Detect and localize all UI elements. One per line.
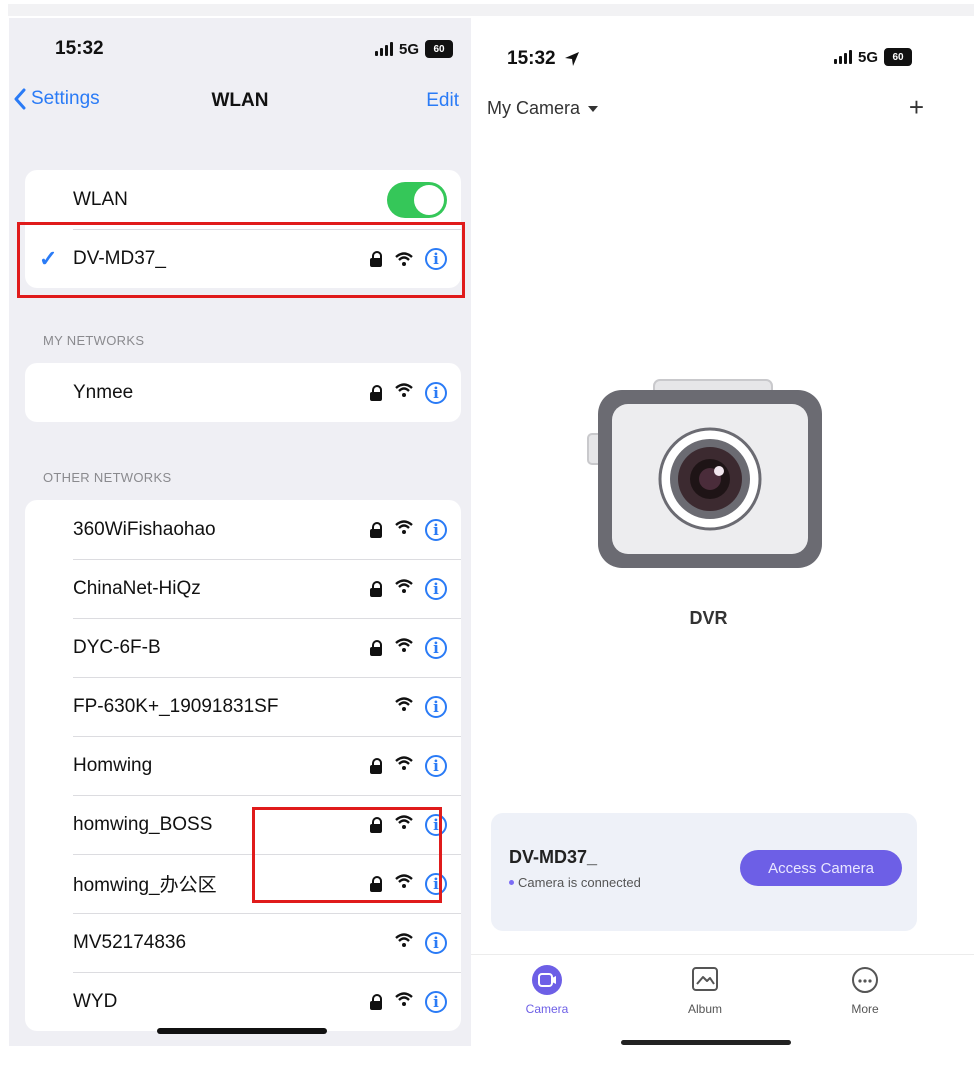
lock-icon [369,993,383,1010]
edit-button[interactable]: Edit [426,90,459,112]
network-icons: i [369,990,447,1013]
network-name: ChinaNet-HiQz [73,577,201,599]
network-row[interactable]: WYD i [25,972,461,1031]
tab-label: Album [687,1002,722,1016]
network-row[interactable]: Homwing i [25,736,461,795]
network-icons: i [369,754,447,777]
info-icon[interactable]: i [425,754,447,777]
lock-icon [369,639,383,656]
status-time: 15:32 [55,38,104,59]
camera-selector[interactable]: My Camera [487,98,599,119]
network-row[interactable]: MV52174836 i [25,913,461,972]
wifi-icon [395,520,413,539]
highlight-box-access [252,807,442,903]
status-indicators: 5G 60 [374,40,453,58]
add-camera-button[interactable]: + [909,92,924,123]
wifi-icon [395,638,413,657]
camera-app-screen: 15:32 5G 60 My Camera + DVR DV-MD37_ Cam… [471,18,974,1046]
network-icons: i [395,695,447,718]
wifi-icon [395,756,413,775]
network-name: MV52174836 [73,931,187,953]
battery-icon: 60 [884,48,912,66]
camera-icon [532,965,562,995]
network-row[interactable]: 360WiFishaohao i [25,500,461,559]
home-indicator[interactable] [621,1040,791,1045]
tab-label: Camera [525,1002,569,1016]
my-networks-header: MY NETWORKS [43,333,145,348]
lock-icon [369,384,383,401]
wifi-icon [395,697,413,716]
wlan-toggle-label: WLAN [73,188,128,210]
top-strip [8,4,974,16]
page-title: WLAN [211,90,269,111]
network-name: DYC-6F-B [73,636,161,658]
other-networks-header: OTHER NETWORKS [43,470,172,485]
wlan-toggle-row: WLAN [25,170,461,229]
status-indicators: 5G 60 [833,48,912,66]
info-icon[interactable]: i [425,577,447,600]
info-icon[interactable]: i [425,381,447,404]
info-icon[interactable]: i [425,931,447,954]
location-arrow-icon [564,52,579,66]
connection-status: Camera is connected [509,875,641,890]
wifi-icon [395,383,413,402]
lock-icon [369,580,383,597]
network-row[interactable]: Ynmee i [25,363,461,422]
network-name: WYD [73,990,118,1012]
tab-album[interactable]: Album [665,964,745,1016]
device-type-label: DVR [689,608,728,628]
home-indicator[interactable] [157,1028,327,1034]
network-icons: i [369,381,447,404]
wifi-icon [395,933,413,952]
wifi-icon [395,579,413,598]
lock-icon [369,521,383,538]
access-camera-button[interactable]: Access Camera [740,850,902,886]
network-type: 5G [857,48,878,66]
info-icon[interactable]: i [425,990,447,1013]
network-icons: i [369,636,447,659]
status-dot-icon [509,880,514,885]
wifi-icon [395,992,413,1011]
highlight-box-network [17,222,465,298]
tab-bar-divider [471,954,974,955]
network-row[interactable]: ChinaNet-HiQz i [25,559,461,618]
network-icons: i [395,931,447,954]
network-type: 5G [398,40,419,58]
device-name: DV-MD37_ [509,847,598,867]
status-time: 15:32 [507,48,556,69]
other-networks-group: 360WiFishaohao i ChinaNet-HiQz i DYC-6F-B i FP… [25,500,461,1031]
my-networks-group: Ynmee i [25,363,461,422]
network-name: Ynmee [73,381,134,403]
network-row[interactable]: DYC-6F-B i [25,618,461,677]
status-time-group: 15:32 [507,44,580,74]
tab-label: More [851,1002,879,1016]
album-icon [692,967,718,991]
network-icons: i [369,518,447,541]
battery-icon: 60 [425,40,453,58]
info-icon[interactable]: i [425,695,447,718]
network-icons: i [369,577,447,600]
tab-camera[interactable]: Camera [507,964,587,1016]
more-icon [852,967,878,993]
network-name: homwing_办公区 [73,875,217,896]
connected-device-card: DV-MD37_ Camera is connected Access Came… [491,813,917,931]
signal-icon [833,50,852,64]
network-name: FP-630K+_19091831SF [73,695,279,717]
dropdown-caret-icon [588,105,599,112]
network-name: Homwing [73,754,153,776]
dash-camera-illustration [587,379,822,568]
tab-more[interactable]: More [825,964,905,1016]
network-row[interactable]: FP-630K+_19091831SF i [25,677,461,736]
network-name: homwing_BOSS [73,813,213,835]
info-icon[interactable]: i [425,518,447,541]
wlan-toggle[interactable] [387,181,447,218]
lock-icon [369,757,383,774]
network-name: 360WiFishaohao [73,518,216,540]
signal-icon [374,42,393,56]
camera-selector-label: My Camera [487,98,581,118]
connection-status-text: Camera is connected [518,875,641,890]
info-icon[interactable]: i [425,636,447,659]
